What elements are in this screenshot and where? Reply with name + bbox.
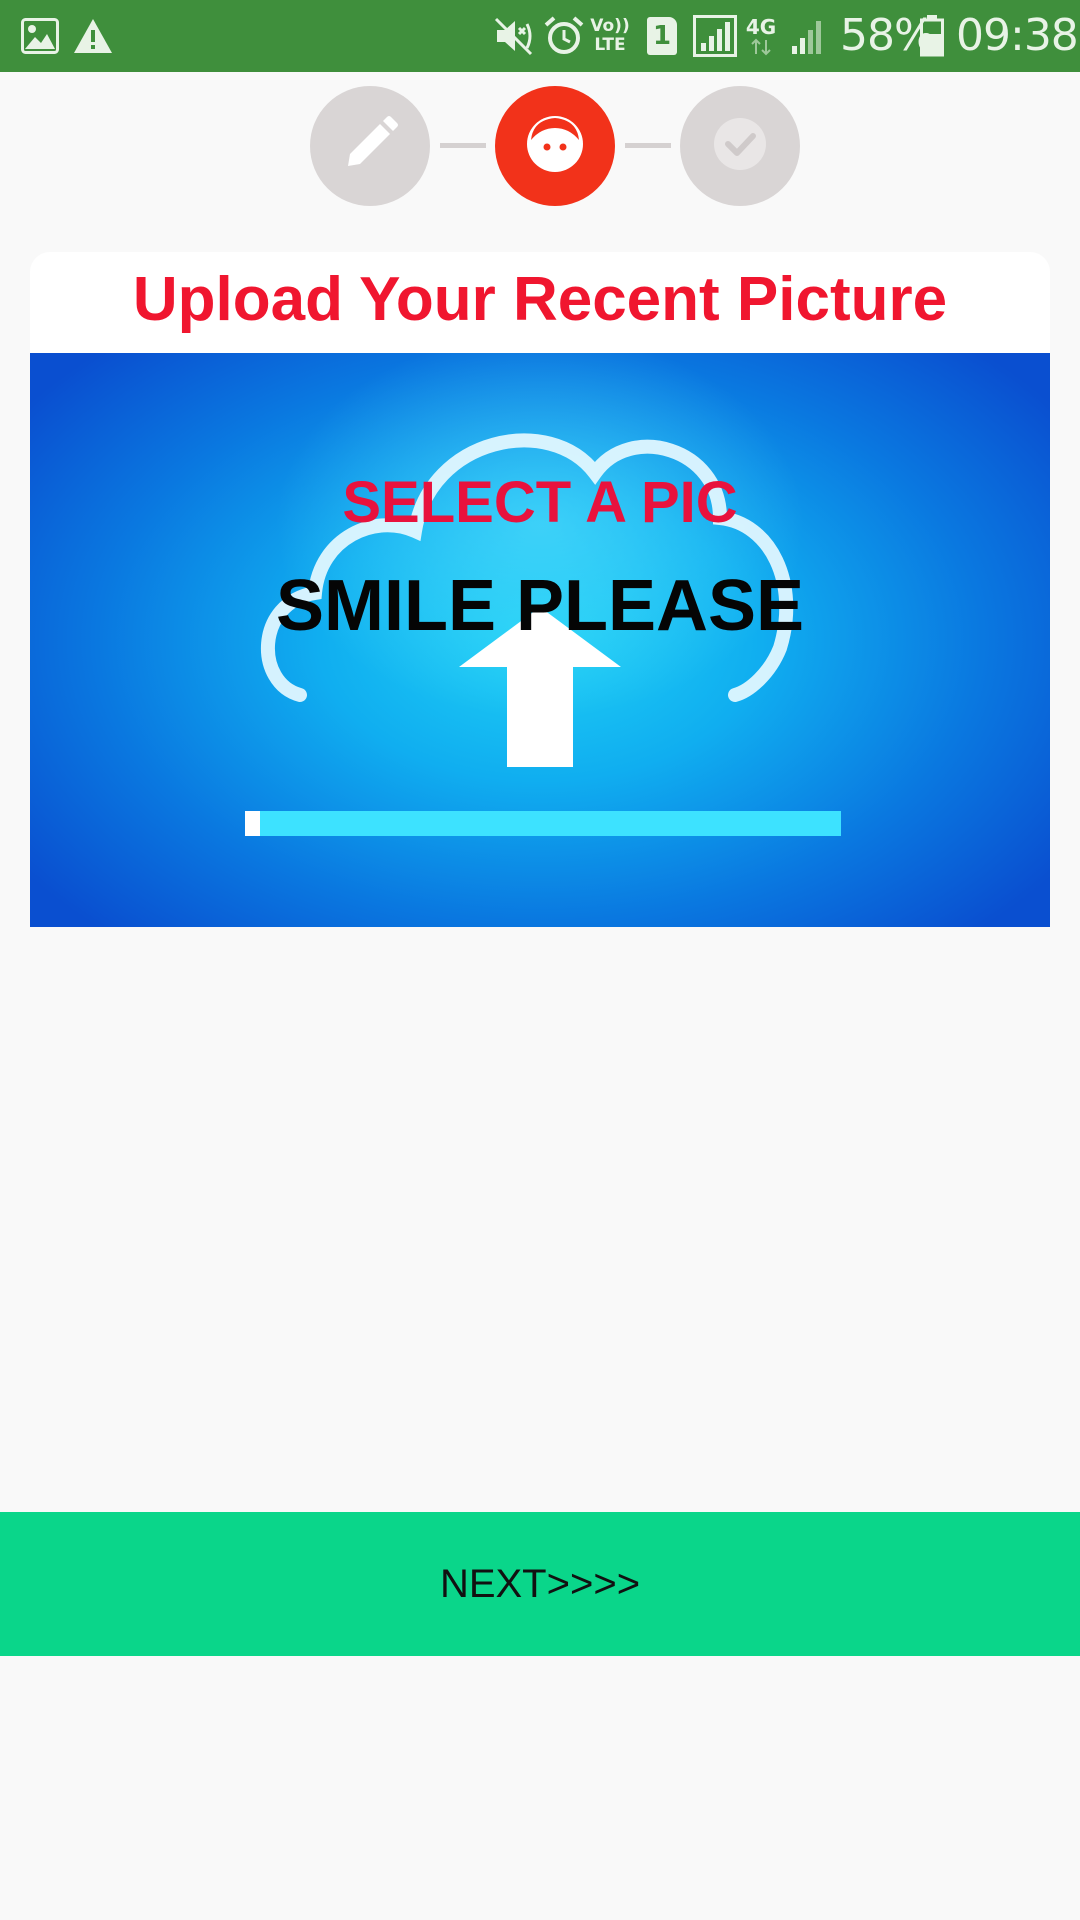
step-connector — [440, 143, 486, 148]
select-pic-label: SELECT A PIC — [342, 470, 738, 535]
4g-data-icon: 4G — [746, 14, 776, 58]
volte-icon: Vo)) LTE — [590, 14, 630, 58]
upload-image-picker[interactable]: SELECT A PIC SMILE PLEASE — [30, 353, 1050, 927]
signal-icon — [692, 14, 738, 58]
sim-1-icon: 1 — [646, 14, 678, 58]
volte-label: Vo)) LTE — [590, 16, 630, 55]
step-confirm[interactable] — [680, 86, 800, 206]
warning-icon — [72, 14, 114, 58]
check-icon — [710, 114, 770, 179]
signal-weak-icon — [788, 14, 828, 58]
status-bar: Vo)) LTE 1 4G 58% 09:38 — [0, 0, 1080, 72]
step-connector — [625, 143, 671, 148]
clock-time: 09:38 — [956, 10, 1079, 61]
alarm-icon — [542, 14, 586, 58]
progress-stepper — [0, 86, 1080, 208]
page-title: Upload Your Recent Picture — [132, 265, 948, 334]
smile-please-label: SMILE PLEASE — [275, 566, 805, 646]
face-icon — [525, 114, 585, 179]
step-details[interactable] — [310, 86, 430, 206]
vibrate-mute-icon — [492, 14, 536, 58]
sim-slot-number: 1 — [647, 17, 677, 55]
pencil-icon — [340, 114, 400, 179]
next-button[interactable]: NEXT>>>> — [0, 1512, 1080, 1656]
step-picture[interactable] — [495, 86, 615, 206]
network-type-label: 4G — [745, 15, 777, 39]
upload-card: Upload Your Recent Picture SELECT A PIC … — [30, 252, 1050, 927]
battery-icon — [918, 14, 946, 58]
image-icon — [20, 14, 60, 58]
